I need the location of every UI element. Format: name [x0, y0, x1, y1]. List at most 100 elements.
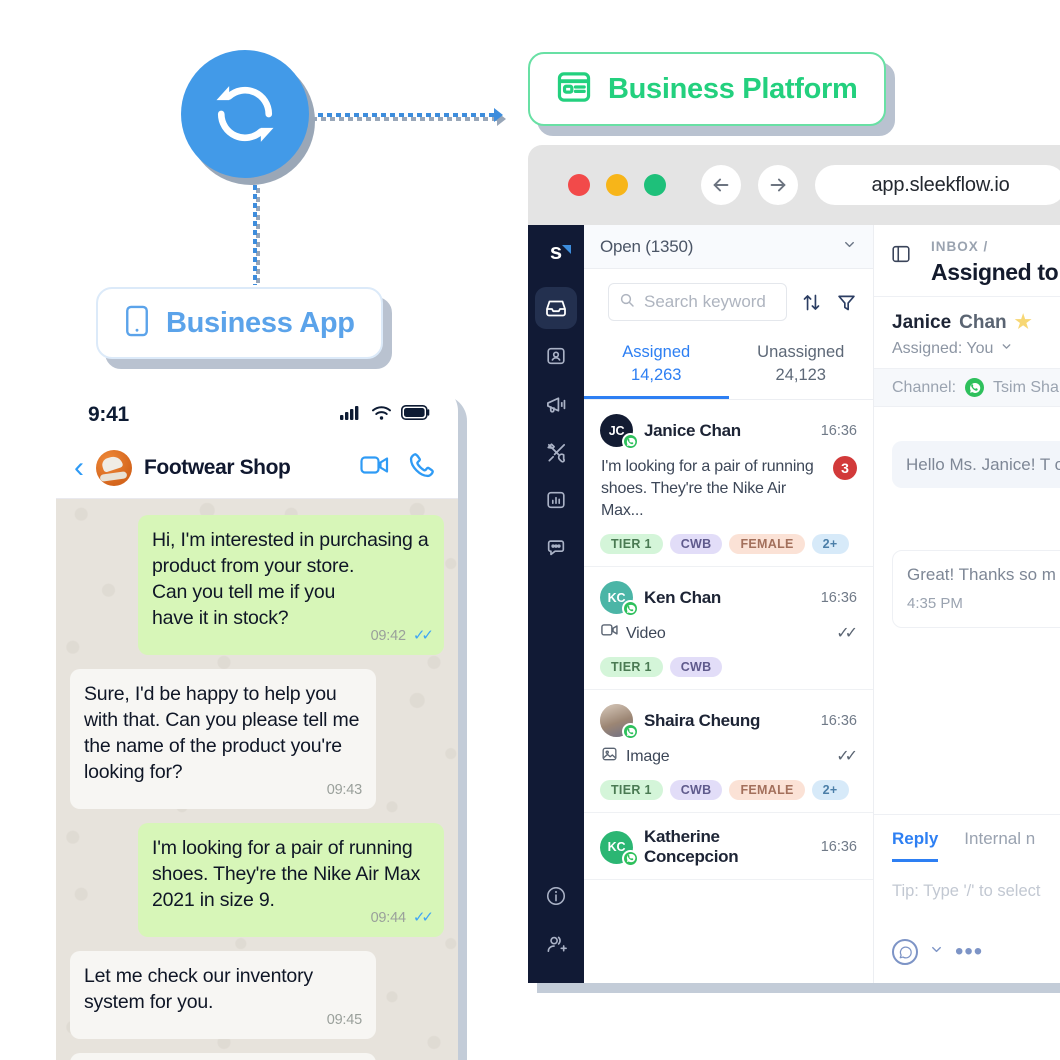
chat-bubble-text: Sure, I'd be happy to help you with that…	[84, 683, 360, 783]
sidebar-item-automation[interactable]	[535, 431, 577, 473]
tag-female[interactable]: FEMALE	[729, 534, 805, 554]
message-composer-input[interactable]: Tip: Type '/' to select	[874, 862, 1060, 901]
conversation-preview: I'm looking for a pair of running shoes.…	[600, 456, 857, 522]
chat-bubble-meta: 09:43	[84, 781, 362, 799]
sidebar-item-info[interactable]	[535, 875, 577, 917]
sidebar-item-analytics[interactable]	[535, 479, 577, 521]
phone-call-icon[interactable]	[408, 451, 436, 484]
conversation-preview: Image ✓✓	[600, 746, 858, 768]
tag-cwb[interactable]: CWB	[669, 534, 723, 554]
conversation-list-item[interactable]: JC Janice Chan 16:36 I'm looking for a p…	[584, 400, 873, 567]
video-icon	[601, 623, 618, 637]
contact-header: Janice Chan ★ Assigned: You	[874, 297, 1060, 368]
cellular-signal-icon	[340, 405, 362, 426]
tab-reply[interactable]: Reply	[892, 815, 939, 862]
avatar: JC	[600, 414, 639, 450]
chat-bubble-time: 09:42	[370, 628, 406, 644]
conversation-snippet: Image	[626, 748, 670, 765]
channel-label: Channel:	[892, 378, 957, 396]
tag-tier-1[interactable]: TIER 1	[600, 534, 663, 554]
chat-bubble-meta: 09:44 ✓✓	[152, 909, 434, 927]
inbox-tab-label: Assigned	[622, 343, 691, 361]
conversation-list-item[interactable]: KC Ken Chan 16:36 Video ✓✓ TIER 1 CWB	[584, 567, 873, 690]
whatsapp-icon	[622, 723, 639, 740]
inbox-tab-assigned[interactable]: Assigned 14,263	[584, 335, 729, 399]
sync-badge	[181, 50, 329, 178]
conversation-tags: TIER 1 CWB FEMALE 2+	[600, 534, 857, 554]
conversation-contact-name: Janice Chan	[644, 420, 741, 440]
unread-badge: 3	[833, 456, 857, 480]
status-time: 9:41	[88, 403, 129, 426]
tag-tier-1[interactable]: TIER 1	[600, 657, 663, 677]
inbox-panel: Open (1350) Search keyword Assigned 14,2…	[584, 225, 874, 983]
inbox-tab-unassigned[interactable]: Unassigned 24,123	[729, 335, 874, 399]
tab-internal-note[interactable]: Internal n	[964, 815, 1035, 862]
conversation-time: 16:36	[820, 712, 857, 729]
avatar: KC	[600, 830, 639, 867]
assigned-selector[interactable]: Assigned: You	[892, 340, 1060, 358]
conversation-detail-panel: INBOX / Assigned to me Janice Chan ★ Ass…	[874, 225, 1060, 983]
tag-cwb[interactable]: CWB	[669, 780, 723, 800]
tag-tier-1[interactable]: TIER 1	[600, 780, 663, 800]
sidebar-item-broadcast[interactable]	[535, 383, 577, 425]
conversation-list-item[interactable]: KC Katherine Concepcion 16:36	[584, 813, 873, 880]
double-check-icon: ✓✓	[412, 627, 434, 644]
chevron-left-icon[interactable]: ‹	[74, 452, 84, 483]
conversation-list-item[interactable]: Shaira Cheung 16:36 Image ✓✓ TIER 1 CWB FE…	[584, 690, 873, 813]
breadcrumb: INBOX /	[931, 239, 989, 254]
chevron-down-icon[interactable]	[929, 942, 944, 962]
sidebar-item-inbox[interactable]	[535, 287, 577, 329]
close-window-dot[interactable]	[568, 174, 590, 196]
thread-message-incoming: Hello Ms. Janice! T currently working	[892, 441, 1060, 488]
search-icon	[619, 292, 635, 313]
chevron-down-icon	[1000, 340, 1013, 358]
conversation-time: 16:36	[820, 589, 857, 606]
wifi-icon	[371, 405, 392, 426]
conversation-time: 16:36	[820, 839, 857, 855]
battery-full-icon	[401, 405, 430, 425]
sidebar-item-contacts[interactable]	[535, 335, 577, 377]
conversation-contact-name: Katherine Concepcion	[644, 827, 739, 866]
ellipsis-icon[interactable]: •••	[955, 940, 983, 964]
filter-funnel-icon[interactable]	[836, 292, 857, 313]
conversation-list[interactable]: JC Janice Chan 16:36 I'm looking for a p…	[584, 400, 873, 880]
conversation-contact-name: Shaira Cheung	[644, 710, 761, 730]
whatsapp-icon	[965, 378, 985, 397]
minimize-window-dot[interactable]	[606, 174, 628, 196]
sync-refresh-icon	[181, 50, 309, 178]
sidebar-item-chat[interactable]	[535, 527, 577, 569]
composer-footer: •••	[874, 901, 1060, 983]
app-sidebar: s	[528, 225, 584, 983]
maximize-window-dot[interactable]	[644, 174, 666, 196]
tag-2-[interactable]: 2+	[811, 534, 849, 554]
channel-row: Channel: Tsim Sha	[874, 368, 1060, 407]
star-icon[interactable]: ★	[1015, 311, 1032, 334]
inbox-status-filter[interactable]: Open (1350)	[584, 225, 873, 269]
video-call-icon[interactable]	[360, 454, 390, 481]
inbox-tabs: Assigned 14,263 Unassigned 24,123	[584, 335, 873, 400]
business-platform-label: Business Platform	[528, 52, 886, 126]
tag-cwb[interactable]: CWB	[669, 657, 723, 677]
phone-chat-header: ‹ Footwear Shop	[56, 437, 458, 499]
mobile-phone-icon	[124, 304, 150, 343]
contact-name: Janice Chan ★	[892, 311, 1060, 334]
phone-chat-body: Hi, I'm interested in purchasing a produ…	[56, 499, 458, 1060]
tag-2-[interactable]: 2+	[811, 780, 849, 800]
panel-toggle-icon[interactable]	[874, 225, 931, 270]
browser-back-button[interactable]	[701, 165, 741, 205]
whatsapp-icon[interactable]	[892, 939, 918, 965]
sidebar-item-invite[interactable]	[535, 923, 577, 965]
business-platform-label-text: Business Platform	[608, 72, 858, 105]
search-input[interactable]: Search keyword	[608, 283, 787, 321]
web-dashboard-icon	[556, 71, 592, 108]
business-app-label-text: Business App	[166, 306, 355, 339]
tag-female[interactable]: FEMALE	[729, 780, 805, 800]
thread-message-time: 4:35 PM	[907, 595, 963, 612]
inbox-status-filter-label: Open (1350)	[600, 236, 694, 256]
sort-arrows-icon[interactable]	[801, 292, 822, 313]
chat-bubble: Hi, I'm interested in purchasing a produ…	[138, 515, 444, 655]
browser-forward-button[interactable]	[758, 165, 798, 205]
url-bar[interactable]: app.sleekflow.io	[815, 165, 1060, 205]
message-thread: Hello Ms. Janice! T currently working Gr…	[874, 407, 1060, 814]
chat-bubble: Thank you for waiting. Unfortunately, we…	[70, 1053, 376, 1060]
